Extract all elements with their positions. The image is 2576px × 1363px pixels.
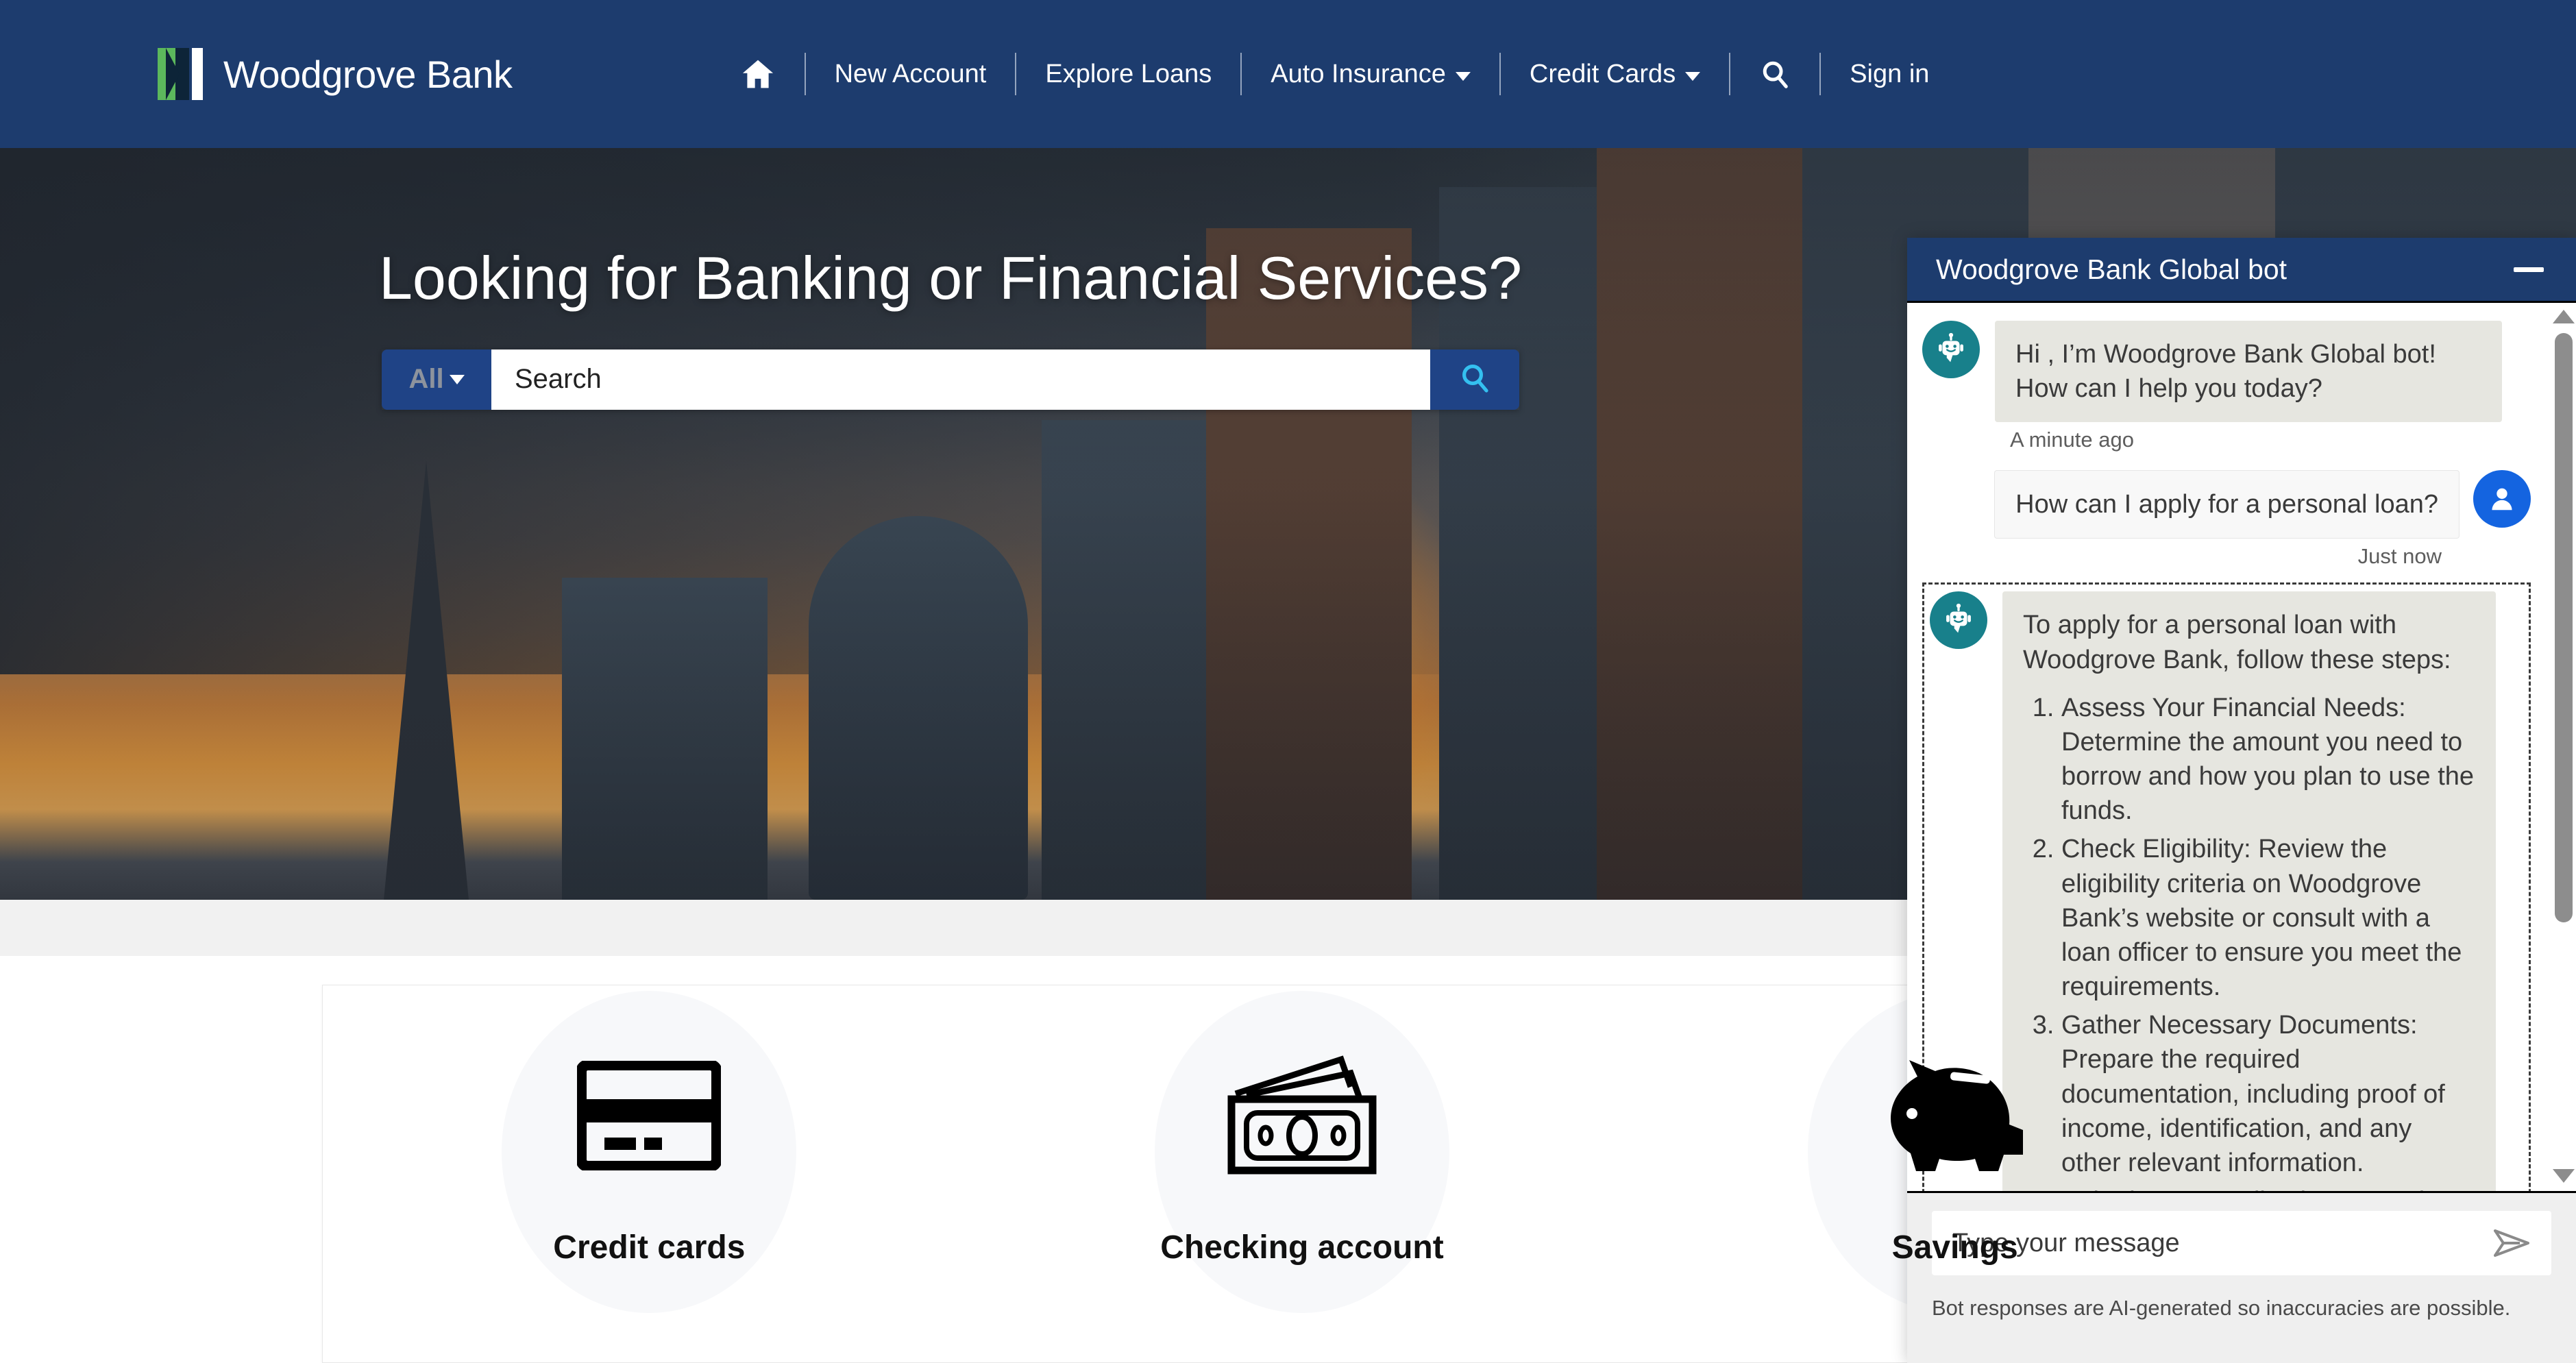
- send-icon[interactable]: [2492, 1227, 2531, 1259]
- chat-message-user: How can I apply for a personal loan?: [1922, 470, 2531, 539]
- search-icon: [1458, 361, 1491, 397]
- nav-search-button[interactable]: [1730, 58, 1819, 90]
- search-scope-dropdown[interactable]: All: [382, 349, 491, 410]
- nav-label: Credit Cards: [1529, 60, 1676, 88]
- answer-step-list: Assess Your Financial Needs: Determine t…: [2023, 691, 2475, 1191]
- chat-bubble-text: How can I apply for a personal loan?: [1994, 470, 2460, 539]
- nav-divider: [1499, 53, 1501, 95]
- scroll-up-arrow-icon[interactable]: [2553, 310, 2575, 323]
- chat-bubble-text: Hi , I’m Woodgrove Bank Global bot! How …: [1995, 321, 2502, 423]
- chat-scrollbar[interactable]: [2551, 303, 2576, 1191]
- chat-header: Woodgrove Bank Global bot: [1907, 238, 2576, 301]
- nav-label: Sign in: [1850, 60, 1930, 88]
- answer-step: Submit Your Application: Complete the on…: [2061, 1184, 2475, 1191]
- chat-timestamp: A minute ago: [2010, 428, 2134, 452]
- card-label: Credit cards: [553, 1229, 746, 1266]
- bot-avatar: [1930, 591, 1987, 650]
- minimize-icon: [2514, 267, 2544, 272]
- woodgrove-logo-mark-icon: [158, 48, 203, 100]
- chevron-down-icon: [449, 374, 465, 384]
- chat-answer-bubble: To apply for a personal loan with Woodgr…: [2002, 591, 2496, 1191]
- search-scope-label: All: [408, 364, 444, 395]
- scrollbar-thumb[interactable]: [2555, 333, 2573, 922]
- nav-sign-in[interactable]: Sign in: [1821, 61, 1958, 87]
- search-icon: [1759, 58, 1791, 90]
- chat-timestamp: Just now: [2357, 544, 2442, 569]
- main-navigation: New Account Explore Loans Auto Insurance…: [711, 53, 1959, 95]
- nav-divider: [1015, 53, 1017, 95]
- answer-intro: To apply for a personal loan with Woodgr…: [2023, 611, 2451, 674]
- scroll-down-arrow-icon[interactable]: [2553, 1169, 2575, 1183]
- banknotes-icon: [1216, 1023, 1388, 1208]
- user-avatar: [2473, 470, 2531, 528]
- chevron-down-icon: [1685, 71, 1701, 81]
- card-label: Savings: [1891, 1229, 2018, 1266]
- nav-divider: [1819, 53, 1821, 95]
- product-card-credit-cards[interactable]: Credit cards: [323, 985, 976, 1362]
- search-placeholder: Search: [515, 364, 602, 395]
- robot-icon: [1941, 603, 1976, 637]
- search-submit-button[interactable]: [1430, 349, 1519, 410]
- card-label: Checking account: [1160, 1229, 1444, 1266]
- answer-step: Gather Necessary Documents: Prepare the …: [2061, 1008, 2475, 1180]
- site-header: Woodgrove Bank New Account Explore Loans: [0, 0, 2576, 148]
- nav-credit-cards[interactable]: Credit Cards: [1501, 61, 1729, 87]
- credit-card-icon: [577, 1023, 722, 1208]
- robot-icon: [1934, 332, 1968, 367]
- hero-content: Looking for Banking or Financial Service…: [0, 148, 1901, 900]
- nav-label: New Account: [834, 60, 987, 88]
- chat-message-input[interactable]: Type your message: [1932, 1211, 2551, 1275]
- brand-name: Woodgrove Bank: [223, 52, 513, 96]
- hero-search-bar: All Search: [382, 349, 1519, 410]
- person-icon: [2486, 483, 2518, 515]
- search-input[interactable]: Search: [491, 349, 1430, 410]
- home-icon: [740, 56, 776, 92]
- chat-footer: Type your message Bot responses are AI-g…: [1907, 1193, 2576, 1363]
- bot-avatar: [1922, 321, 1980, 378]
- nav-auto-insurance[interactable]: Auto Insurance: [1242, 61, 1499, 87]
- chat-disclaimer: Bot responses are AI-generated so inaccu…: [1932, 1296, 2511, 1320]
- nav-explore-loans[interactable]: Explore Loans: [1016, 61, 1240, 87]
- nav-divider: [1240, 53, 1242, 95]
- chat-input-placeholder: Type your message: [1952, 1228, 2180, 1257]
- nav-new-account[interactable]: New Account: [806, 61, 1016, 87]
- brand-logo-link[interactable]: Woodgrove Bank: [158, 48, 513, 100]
- chevron-down-icon: [1455, 71, 1471, 81]
- nav-divider: [1729, 53, 1731, 95]
- chat-message-bot-greeting: Hi , I’m Woodgrove Bank Global bot! How …: [1922, 321, 2531, 423]
- piggy-bank-icon: [1869, 1023, 2041, 1208]
- page-title: Looking for Banking or Financial Service…: [378, 244, 1522, 312]
- product-card-checking-account[interactable]: Checking account: [976, 985, 1629, 1362]
- page-root: Woodgrove Bank New Account Explore Loans: [0, 0, 2576, 1363]
- answer-step: Assess Your Financial Needs: Determine t…: [2061, 691, 2475, 828]
- nav-divider: [804, 53, 806, 95]
- chat-title: Woodgrove Bank Global bot: [1936, 253, 2287, 285]
- chat-minimize-button[interactable]: [2510, 259, 2547, 280]
- nav-home[interactable]: [711, 56, 805, 92]
- nav-label: Explore Loans: [1045, 60, 1212, 88]
- nav-label: Auto Insurance: [1271, 60, 1446, 88]
- answer-step: Check Eligibility: Review the eligibilit…: [2061, 832, 2475, 1004]
